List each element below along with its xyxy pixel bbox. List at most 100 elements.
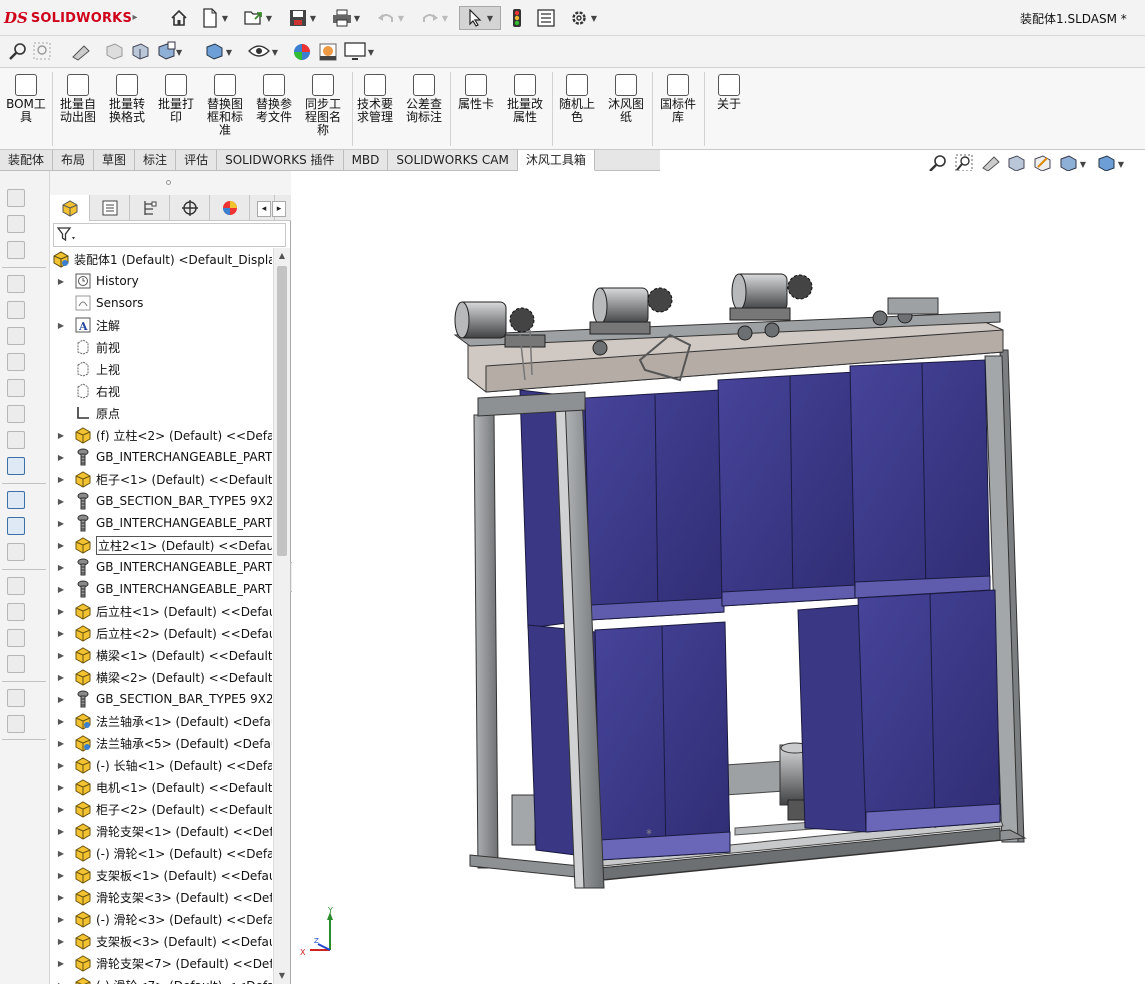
tree-item[interactable]: ▶ 横梁<1> (Default) <<Default> bbox=[50, 644, 272, 666]
expand-arrow-icon[interactable]: ▶ bbox=[56, 783, 66, 792]
expand-arrow-icon[interactable]: ▶ bbox=[56, 827, 66, 836]
tree-scrollbar[interactable]: ▲ ▼ bbox=[273, 248, 290, 984]
ribbon-button-8[interactable]: 公差查 询标注 bbox=[401, 74, 447, 124]
expand-arrow-icon[interactable]: ▶ bbox=[56, 497, 66, 506]
expand-arrow-icon[interactable]: ▶ bbox=[56, 893, 66, 902]
expand-arrow-icon[interactable]: ▶ bbox=[56, 959, 66, 968]
file-properties-icon[interactable] bbox=[535, 6, 557, 30]
cabinet-upper-middle[interactable] bbox=[717, 371, 858, 607]
tree-item[interactable]: ▶ (-) 滑轮<1> (Default) <<Defau bbox=[50, 842, 272, 864]
tab-feature-tree[interactable] bbox=[50, 195, 90, 221]
ribbon-button-14[interactable]: 关于 bbox=[706, 74, 752, 111]
tree-item[interactable]: ▶ 横梁<2> (Default) <<Default> bbox=[50, 666, 272, 688]
expand-arrow-icon[interactable]: ▶ bbox=[56, 431, 66, 440]
tree-item[interactable]: ▶ 后立柱<2> (Default) <<Defaul bbox=[50, 622, 272, 644]
tab-5[interactable]: SOLIDWORKS 插件 bbox=[217, 150, 344, 171]
insert-component-icon[interactable] bbox=[7, 189, 25, 207]
ribbon-button-6[interactable]: 同步工 程图名 称 bbox=[300, 74, 346, 137]
undo-button[interactable]: ▼ bbox=[372, 6, 410, 30]
ribbon-button-4[interactable]: 替换图 框和标 准 bbox=[202, 74, 248, 137]
take-snapshot-icon[interactable] bbox=[7, 543, 25, 561]
expand-arrow-icon[interactable]: ▶ bbox=[56, 695, 66, 704]
tree-item[interactable]: ▶ GB_SECTION_BAR_TYPE5 9X24 bbox=[50, 688, 272, 710]
reference-geometry-icon[interactable] bbox=[7, 379, 25, 397]
expand-arrow-icon[interactable]: ▶ bbox=[56, 981, 66, 984]
tab-2[interactable]: 草图 bbox=[94, 150, 136, 171]
chevron-down-icon[interactable]: ▼ bbox=[1116, 160, 1126, 169]
scrollbar-thumb[interactable] bbox=[277, 266, 287, 556]
tree-item[interactable]: ▶ GB_SECTION_BAR_TYPE5 9X24 bbox=[50, 490, 272, 512]
scroll-right-icon[interactable]: ▸ bbox=[272, 201, 286, 217]
tab-1[interactable]: 布局 bbox=[53, 150, 95, 171]
menu-expand-icon[interactable]: ▸ bbox=[128, 6, 142, 30]
hole-alignment-icon[interactable] bbox=[7, 655, 25, 673]
select-button[interactable]: ▼ bbox=[459, 6, 501, 30]
tab-7[interactable]: SOLIDWORKS CAM bbox=[388, 150, 518, 171]
tree-item[interactable]: ▶ 法兰轴承<5> (Default) <Defau bbox=[50, 732, 272, 754]
tree-item[interactable]: ▶ GB_INTERCHANGEABLE_PART bbox=[50, 556, 272, 578]
tab-3[interactable]: 标注 bbox=[135, 150, 177, 171]
new-document-button[interactable]: ▼ bbox=[196, 6, 234, 30]
redo-button[interactable]: ▼ bbox=[416, 6, 454, 30]
tree-item[interactable]: 原点 bbox=[50, 402, 272, 424]
chevron-down-icon[interactable]: ▼ bbox=[264, 14, 274, 23]
cabinet-upper-right[interactable] bbox=[849, 359, 991, 599]
scroll-down-icon[interactable]: ▼ bbox=[277, 971, 287, 981]
expand-arrow-icon[interactable]: ▶ bbox=[56, 739, 66, 748]
tree-item[interactable]: ▶ 柜子<2> (Default) <<Default> bbox=[50, 798, 272, 820]
expand-arrow-icon[interactable]: ▶ bbox=[56, 519, 66, 528]
tree-item[interactable]: ▶ GB_INTERCHANGEABLE_PART bbox=[50, 578, 272, 600]
tree-item[interactable]: ▶ 法兰轴承<1> (Default) <Defau bbox=[50, 710, 272, 732]
tree-item[interactable]: ▶ (f) 立柱<2> (Default) <<Defau bbox=[50, 424, 272, 446]
open-button[interactable]: ▼ bbox=[240, 6, 278, 30]
ribbon-button-9[interactable]: 属性卡 bbox=[453, 74, 499, 111]
expand-arrow-icon[interactable]: ▶ bbox=[56, 915, 66, 924]
tree-item[interactable]: ▶ (-) 滑轮<7> (Default) <<Defa bbox=[50, 974, 272, 984]
ribbon-button-12[interactable]: 沐风图 纸 bbox=[603, 74, 649, 124]
chevron-down-icon[interactable]: ▼ bbox=[270, 48, 280, 57]
tree-item[interactable]: ▶ History bbox=[50, 270, 272, 292]
tree-item[interactable]: ▶ 滑轮支架<1> (Default) <<Defa bbox=[50, 820, 272, 842]
solidworks-logo[interactable]: DS SOLIDWORKS bbox=[4, 7, 132, 29]
cabinet-lower-right[interactable] bbox=[797, 589, 1001, 833]
tree-item[interactable]: ▶ 柜子<1> (Default) <<Default> bbox=[50, 468, 272, 490]
cabinet-lower-left[interactable] bbox=[527, 621, 731, 861]
tree-item[interactable]: ▶ 支架板<1> (Default) <<Defaul bbox=[50, 864, 272, 886]
expand-arrow-icon[interactable]: ▶ bbox=[56, 607, 66, 616]
chevron-down-icon[interactable]: ▼ bbox=[308, 14, 318, 23]
tab-property-manager[interactable] bbox=[90, 195, 130, 221]
large-assembly-mode-icon[interactable] bbox=[7, 577, 25, 595]
section-view-icon[interactable] bbox=[104, 41, 124, 64]
assembly-model-view[interactable]: * bbox=[292, 171, 1145, 984]
tab-0[interactable]: 装配体 bbox=[0, 150, 54, 171]
mass-properties-icon[interactable] bbox=[7, 715, 25, 733]
tab-8[interactable]: 沐风工具箱 bbox=[517, 150, 595, 171]
tree-item[interactable]: ▶ GB_INTERCHANGEABLE_PART bbox=[50, 512, 272, 534]
scroll-left-icon[interactable]: ◂ bbox=[257, 201, 271, 217]
view-orientation-icon[interactable] bbox=[156, 41, 176, 64]
rebuild-traffic-light-icon[interactable] bbox=[508, 6, 526, 30]
tab-6[interactable]: MBD bbox=[344, 150, 389, 171]
expand-arrow-icon[interactable]: ▶ bbox=[56, 563, 66, 572]
ribbon-button-7[interactable]: 技术要 求管理 bbox=[352, 74, 398, 124]
ribbon-button-1[interactable]: 批量自 动出图 bbox=[55, 74, 101, 124]
chevron-down-icon[interactable]: ▼ bbox=[485, 14, 495, 23]
scroll-up-icon[interactable]: ▲ bbox=[277, 251, 287, 261]
cabinet-upper-left[interactable] bbox=[519, 389, 725, 629]
chevron-down-icon[interactable]: ▼ bbox=[1078, 160, 1088, 169]
panel-grip[interactable] bbox=[50, 171, 291, 195]
chevron-down-icon[interactable]: ▼ bbox=[440, 14, 450, 23]
tree-filter[interactable] bbox=[53, 223, 286, 247]
chevron-down-icon[interactable]: ▼ bbox=[366, 48, 376, 57]
options-button[interactable]: ▼ bbox=[565, 6, 603, 30]
instant-3d-icon[interactable] bbox=[7, 491, 25, 509]
tree-item[interactable]: Sensors bbox=[50, 292, 272, 314]
tree-item[interactable]: ▶ 滑轮支架<7> (Default) <<Defa bbox=[50, 952, 272, 974]
tree-item[interactable]: 上视 bbox=[50, 358, 272, 380]
tree-item[interactable]: ▶ (-) 滑轮<3> (Default) <<Defau bbox=[50, 908, 272, 930]
update-speedpak-icon[interactable] bbox=[7, 517, 25, 535]
ribbon-button-3[interactable]: 批量打 印 bbox=[153, 74, 199, 124]
tab-4[interactable]: 评估 bbox=[176, 150, 218, 171]
appearance-icon[interactable] bbox=[292, 41, 314, 63]
tree-item[interactable]: ▶ 滑轮支架<3> (Default) <<Defa bbox=[50, 886, 272, 908]
